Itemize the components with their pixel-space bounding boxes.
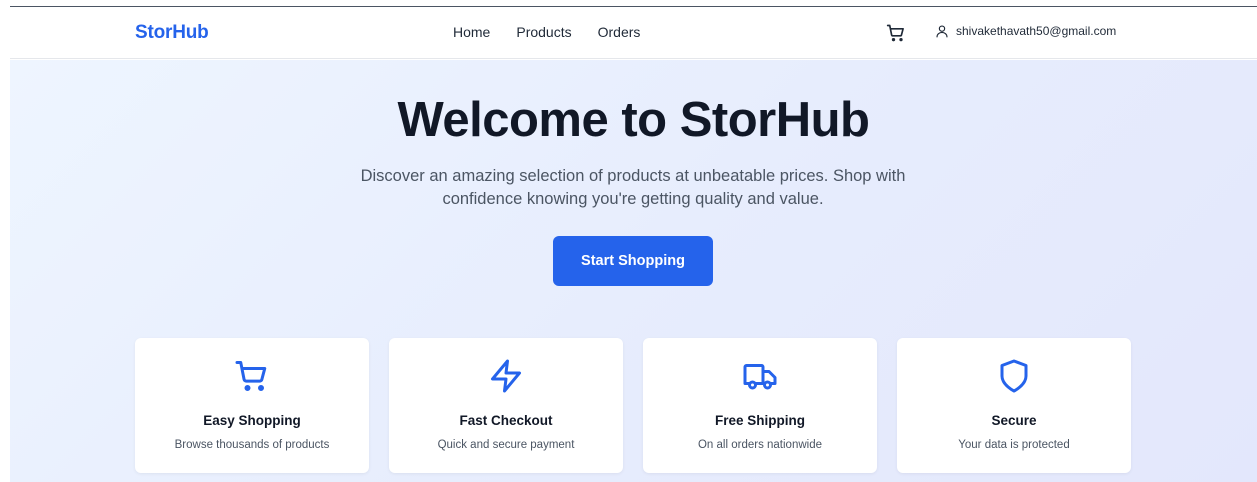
truck-icon — [743, 364, 777, 390]
feature-card-free-shipping: Free Shipping On all orders nationwide — [643, 338, 877, 473]
feature-description: Browse thousands of products — [174, 439, 330, 451]
nav-link-products[interactable]: Products — [516, 24, 571, 40]
feature-title: Secure — [991, 413, 1037, 428]
feature-description: Quick and secure payment — [437, 439, 575, 451]
lightning-bolt-icon — [491, 359, 521, 393]
feature-title: Fast Checkout — [459, 413, 553, 428]
hero-title: Welcome to StorHub — [397, 93, 870, 147]
cart-icon — [886, 24, 904, 42]
feature-card-secure: Secure Your data is protected — [897, 338, 1131, 473]
feature-card-fast-checkout: Fast Checkout Quick and secure payment — [389, 338, 623, 473]
shield-icon — [1000, 359, 1028, 393]
start-shopping-button[interactable]: Start Shopping — [553, 236, 713, 286]
user-icon — [936, 25, 948, 38]
hero-subtitle: Discover an amazing selection of product… — [360, 167, 906, 208]
nav-link-home[interactable]: Home — [453, 24, 490, 40]
user-menu[interactable]: shivakethavath50@gmail.com — [935, 24, 1116, 38]
feature-description: Your data is protected — [958, 439, 1070, 451]
feature-title: Easy Shopping — [203, 413, 301, 428]
shopping-cart-icon — [235, 361, 267, 391]
cart-button[interactable] — [886, 23, 906, 43]
feature-card-easy-shopping: Easy Shopping Browse thousands of produc… — [135, 338, 369, 473]
features-row: Easy Shopping Browse thousands of produc… — [135, 338, 1131, 473]
feature-title: Free Shipping — [714, 413, 805, 428]
user-email: shivakethavath50@gmail.com — [956, 24, 1117, 38]
main-nav: Home Products Orders — [453, 24, 640, 40]
brand-logo[interactable]: StorHub — [135, 22, 209, 44]
hero-section: Welcome to StorHub Discover an amazing s… — [10, 60, 1257, 482]
nav-link-orders[interactable]: Orders — [598, 24, 641, 40]
feature-description: On all orders nationwide — [697, 439, 822, 451]
navbar: StorHub Home Products Orders shivakethav… — [10, 7, 1257, 59]
